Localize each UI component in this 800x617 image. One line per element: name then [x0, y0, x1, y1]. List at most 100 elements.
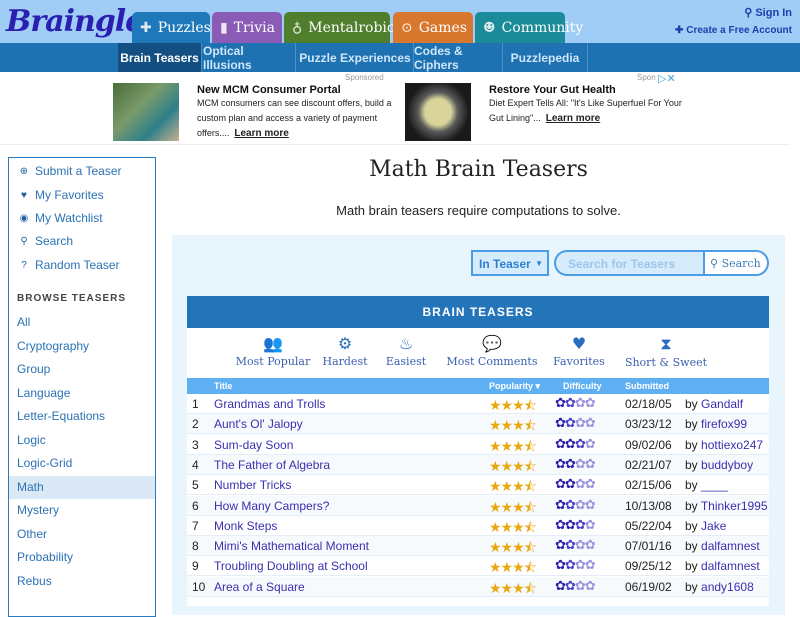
- teaser-title-link[interactable]: The Father of Algebra: [214, 458, 330, 472]
- difficulty-gears: ✿✿✿✿: [555, 557, 596, 573]
- difficulty-gears: ✿✿✿✿: [555, 577, 596, 593]
- teasers-table: BRAIN TEASERS 👥 Most Popular ⚙ Hardest ♨ Easi…: [187, 296, 769, 606]
- subnav-puzzlepedia[interactable]: Puzzlepedia: [503, 43, 588, 72]
- sidebar-category-probability[interactable]: Probability: [9, 546, 155, 569]
- subnav-puzzle-experiences[interactable]: Puzzle Experiences: [297, 43, 414, 72]
- heart-icon: ♥: [571, 334, 587, 353]
- comments-icon: 💬: [482, 334, 502, 353]
- author-link[interactable]: Thinker1995: [701, 499, 768, 513]
- col-title[interactable]: Title: [214, 381, 232, 391]
- author-link[interactable]: dalfamnest: [701, 539, 760, 553]
- tab-games[interactable]: ⊙ Games: [393, 12, 473, 43]
- sign-in-link[interactable]: ⚲ Sign In: [744, 6, 792, 19]
- sidebar-my-watchlist[interactable]: ◉ My Watchlist: [19, 211, 103, 225]
- author-link[interactable]: Gandalf: [701, 397, 743, 411]
- row-number: 2: [192, 417, 199, 432]
- table-row: 4 The Father of Algebra ★★★⯪ ✿✿✿✿ 02/21/…: [187, 454, 769, 475]
- author: by firefox99: [685, 417, 748, 432]
- author-link[interactable]: andy1608: [701, 580, 754, 594]
- author: by andy1608: [685, 579, 754, 594]
- difficulty-gears: ✿✿✿✿: [555, 415, 596, 431]
- sidebar-category-language[interactable]: Language: [9, 382, 155, 405]
- sidebar: ⊕ Submit a Teaser ♥ My Favorites ◉ My Watch…: [8, 157, 156, 617]
- braingle-logo[interactable]: Braingle: [6, 4, 144, 39]
- search-button[interactable]: ⚲ Search: [703, 250, 769, 276]
- key-icon: ⚲: [744, 7, 756, 19]
- sidebar-category-mystery[interactable]: Mystery: [9, 499, 155, 522]
- teaser-title-link[interactable]: Area of a Square: [214, 580, 305, 594]
- table-row: 9 Troubling Doubling at School ★★★⯪ ✿✿✿✿…: [187, 556, 769, 577]
- learn-more-link[interactable]: Learn more: [546, 113, 600, 124]
- teaser-title-link[interactable]: Monk Steps: [214, 519, 277, 533]
- sidebar-submit-teaser[interactable]: ⊕ Submit a Teaser: [19, 164, 122, 178]
- author: by Gandalf: [685, 397, 744, 411]
- table-row: 3 Sum-day Soon ★★★⯪ ✿✿✿✿ 09/02/06 by hot…: [187, 435, 769, 455]
- ad-image[interactable]: [113, 83, 179, 141]
- teaser-title-link[interactable]: Sum-day Soon: [214, 438, 293, 452]
- author-link[interactable]: ____: [701, 478, 728, 492]
- col-difficulty[interactable]: Difficulty: [563, 381, 602, 391]
- sidebar-category-all[interactable]: All: [9, 311, 155, 334]
- search-input[interactable]: Search for Teasers: [554, 250, 704, 276]
- ad-item[interactable]: Restore Your Gut Health Diet Expert Tell…: [489, 84, 689, 126]
- teaser-title-link[interactable]: Troubling Doubling at School: [214, 559, 368, 573]
- filter-short-sweet[interactable]: ⧗ Short & Sweet: [621, 334, 711, 369]
- difficulty-gears: ✿✿✿✿: [555, 496, 596, 512]
- filter-most-comments[interactable]: 💬 Most Comments: [442, 334, 542, 368]
- ad-item[interactable]: New MCM Consumer Portal MCM consumers ca…: [197, 84, 397, 141]
- teaser-title-link[interactable]: Grandmas and Trolls: [214, 397, 325, 411]
- teaser-title-link[interactable]: Number Tricks: [214, 478, 291, 492]
- teaser-title-link[interactable]: Mimi's Mathematical Moment: [214, 539, 369, 553]
- ad-image[interactable]: [405, 83, 471, 141]
- row-number: 3: [192, 437, 199, 452]
- sidebar-category-logic-grid[interactable]: Logic-Grid: [9, 452, 155, 475]
- search-scope-select[interactable]: In Teaser ▼: [471, 250, 549, 276]
- submitted-date: 07/01/16: [625, 539, 672, 554]
- teaser-title-link[interactable]: Aunt's Ol' Jalopy: [214, 417, 303, 431]
- sidebar-category-math[interactable]: Math: [9, 475, 155, 499]
- filter-hardest[interactable]: ⚙ Hardest: [315, 334, 375, 368]
- col-popularity[interactable]: Popularity ▾: [489, 381, 540, 392]
- subnav-brain-teasers[interactable]: Brain Teasers: [118, 43, 202, 72]
- table-row: 2 Aunt's Ol' Jalopy ★★★⯪ ✿✿✿✿ 03/23/12 b…: [187, 414, 769, 435]
- filter-easiest[interactable]: ♨ Easiest: [381, 334, 431, 368]
- page-title: Math Brain Teasers: [369, 157, 588, 182]
- sidebar-category-group[interactable]: Group: [9, 358, 155, 381]
- subnav-optical-illusions[interactable]: Optical Illusions: [203, 43, 296, 72]
- question-icon: ?: [21, 259, 27, 271]
- sidebar-category-logic[interactable]: Logic: [9, 429, 155, 452]
- difficulty-gears: ✿✿✿✿: [555, 395, 596, 410]
- author: by hottiexo247: [685, 437, 764, 452]
- col-submitted[interactable]: Submitted: [625, 381, 669, 391]
- filter-favorites[interactable]: ♥ Favorites: [549, 334, 609, 368]
- divider: [0, 144, 790, 145]
- author-link[interactable]: hottiexo247: [701, 438, 763, 452]
- create-account-link[interactable]: ✚ Create a Free Account: [675, 25, 792, 36]
- subnav-codes-ciphers[interactable]: Codes & Ciphers: [414, 43, 503, 72]
- sidebar-category-cryptography[interactable]: Cryptography: [9, 335, 155, 358]
- tab-trivia[interactable]: ▮ Trivia: [212, 12, 282, 43]
- plus-icon: ✚: [675, 25, 687, 36]
- author-link[interactable]: buddyboy: [701, 458, 753, 472]
- teaser-title-link[interactable]: How Many Campers?: [214, 499, 329, 513]
- sidebar-category-letter-equations[interactable]: Letter-Equations: [9, 405, 155, 428]
- users-icon: 👥: [263, 334, 283, 353]
- sidebar-search[interactable]: ⚲ Search: [19, 234, 73, 248]
- browse-heading: BROWSE TEASERS: [17, 293, 127, 304]
- tab-community[interactable]: ☻ Community: [475, 12, 583, 43]
- sidebar-category-other[interactable]: Other: [9, 523, 155, 546]
- author-link[interactable]: Jake: [701, 519, 726, 533]
- learn-more-link[interactable]: Learn more: [234, 128, 288, 139]
- sidebar-my-favorites[interactable]: ♥ My Favorites: [19, 188, 104, 202]
- sidebar-random-teaser[interactable]: ? Random Teaser: [19, 258, 119, 272]
- sponsored-label: Sponsored: [345, 73, 384, 82]
- author-link[interactable]: firefox99: [701, 417, 747, 431]
- sidebar-category-rebus[interactable]: Rebus: [9, 570, 155, 593]
- tab-mentalrobics[interactable]: ♁ Mentalrobics: [284, 12, 402, 43]
- row-number: 10: [192, 579, 206, 594]
- tab-puzzles[interactable]: ✚ Puzzles: [132, 12, 211, 43]
- difficulty-gears: ✿✿✿✿: [555, 516, 596, 532]
- author-link[interactable]: dalfamnest: [701, 559, 760, 573]
- submitted-date: 03/23/12: [625, 417, 672, 432]
- filter-most-popular[interactable]: 👥 Most Popular: [223, 334, 323, 368]
